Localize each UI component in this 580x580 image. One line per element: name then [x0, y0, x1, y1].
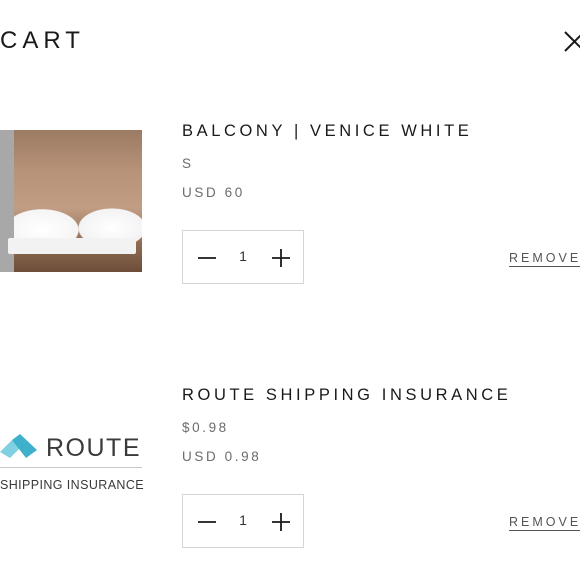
increase-quantity-button[interactable] [269, 509, 293, 533]
item-variant: $0.98 [182, 420, 229, 435]
decrease-quantity-button[interactable] [195, 509, 219, 533]
route-mark-icon [0, 434, 37, 458]
route-wordmark: ROUTE [46, 434, 141, 462]
route-logo: ROUTE SHIPPING INSURANCE [0, 420, 145, 500]
close-icon [564, 31, 580, 52]
minus-icon [198, 257, 216, 259]
remove-button[interactable]: REMOVE [509, 515, 580, 531]
route-tagline: SHIPPING INSURANCE [0, 478, 145, 492]
product-image[interactable] [0, 130, 142, 272]
quantity-value[interactable]: 1 [230, 512, 256, 528]
cart-title: CART [0, 27, 85, 54]
item-variant: S [182, 156, 194, 171]
increase-quantity-button[interactable] [269, 245, 293, 269]
plus-icon [272, 513, 290, 531]
logo-divider [0, 467, 142, 468]
minus-icon [198, 521, 216, 523]
decrease-quantity-button[interactable] [195, 245, 219, 269]
item-price: USD 0.98 [182, 449, 262, 464]
close-button[interactable] [562, 28, 580, 54]
remove-button[interactable]: REMOVE [509, 251, 580, 267]
quantity-stepper: 1 [182, 230, 304, 284]
photo-band [8, 238, 136, 254]
plus-icon [272, 249, 290, 267]
quantity-value[interactable]: 1 [230, 248, 256, 264]
item-name[interactable]: ROUTE SHIPPING INSURANCE [182, 386, 511, 405]
quantity-stepper: 1 [182, 494, 304, 548]
item-price: USD 60 [182, 185, 245, 200]
item-name[interactable]: BALCONY | VENICE WHITE [182, 122, 472, 141]
